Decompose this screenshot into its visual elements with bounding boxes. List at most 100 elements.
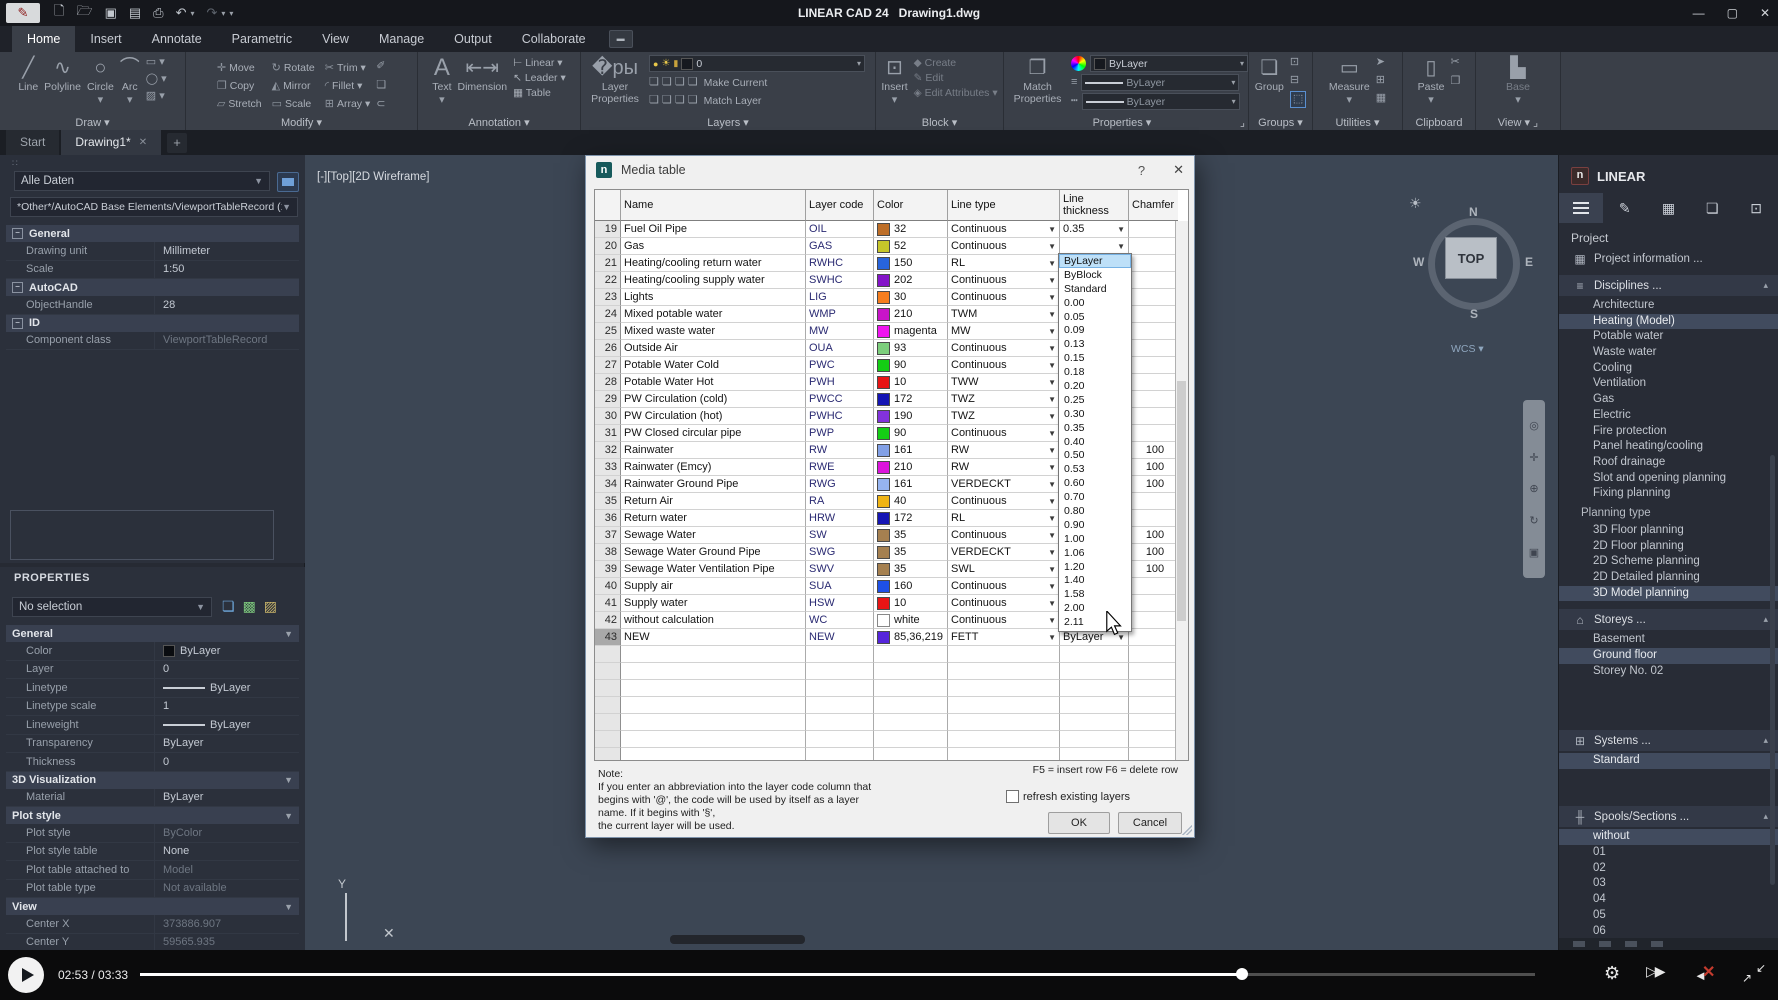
properties-panel-label[interactable]: Properties ▾ ⌟ (1004, 116, 1248, 129)
cell-color[interactable]: white (874, 612, 948, 629)
cell-color[interactable]: 172 (874, 391, 948, 408)
selection-select[interactable]: No selection▼ (12, 597, 212, 617)
cell-line-type[interactable]: Continuous▼ (948, 578, 1060, 595)
showmotion-icon[interactable]: ▣ (1529, 546, 1539, 559)
section-header[interactable]: 3D Visualization▼ (6, 772, 299, 789)
discipline-item[interactable]: Architecture (1559, 298, 1778, 314)
property-value[interactable]: Model (154, 861, 299, 879)
redo-icon[interactable]: ↷ (207, 5, 218, 21)
monitor-icon[interactable] (277, 172, 299, 192)
cell-layer-code[interactable]: PWH (806, 374, 874, 391)
media-table-empty-row[interactable] (595, 731, 1188, 748)
planning-type-item[interactable]: 2D Scheme planning (1559, 554, 1778, 570)
cell-chamfer[interactable] (1129, 612, 1178, 629)
palette-grip[interactable]: ∷ (12, 158, 19, 169)
property-value[interactable]: Not available (154, 880, 299, 898)
thickness-option[interactable]: 0.80 (1059, 504, 1131, 518)
cell-color[interactable]: 52 (874, 238, 948, 255)
cell-chamfer[interactable] (1129, 629, 1178, 646)
cell-layer-code[interactable]: RWE (806, 459, 874, 476)
property-value[interactable]: 1:50 (154, 261, 299, 279)
cell-name[interactable]: Outside Air (621, 340, 806, 357)
cell-color[interactable]: 35 (874, 544, 948, 561)
cell-line-type[interactable]: Continuous▼ (948, 272, 1060, 289)
dropdown-arrow-icon[interactable]: ▼ (1045, 480, 1059, 489)
tab-view[interactable]: View (307, 26, 364, 52)
section-header[interactable]: General▼ (6, 625, 299, 642)
property-row[interactable]: Layer0 (6, 661, 299, 680)
chevron-down-icon[interactable]: ▼ (284, 902, 293, 912)
viewcube-top-face[interactable]: TOP (1445, 237, 1497, 279)
cell-name[interactable]: Potable Water Hot (621, 374, 806, 391)
dropdown-arrow-icon[interactable]: ▼ (1045, 395, 1059, 404)
tab-collaborate[interactable]: Collaborate (507, 26, 601, 52)
maximize-button[interactable]: ▢ (1727, 6, 1738, 20)
open-folder-icon[interactable]: 🗁 (76, 2, 92, 24)
leader-button[interactable]: ↖ Leader ▾ (513, 72, 566, 84)
planning-type-item[interactable]: 2D Floor planning (1559, 539, 1778, 555)
collapse-minus-icon[interactable]: − (12, 318, 23, 329)
cell-color[interactable]: 10 (874, 374, 948, 391)
table-scrollbar[interactable] (1175, 221, 1188, 760)
property-row[interactable]: ObjectHandle28 (6, 296, 299, 315)
dropdown-arrow-icon[interactable]: ▼ (1045, 514, 1059, 523)
cell-layer-code[interactable]: MW (806, 323, 874, 340)
cell-color[interactable]: 85,36,219 (874, 629, 948, 646)
data-filter-select[interactable]: Alle Daten▼ (14, 171, 270, 191)
trim-button[interactable]: ✂Trim ▾ (325, 61, 371, 74)
discipline-item[interactable]: Roof drainage (1559, 455, 1778, 471)
cell-layer-code[interactable]: SWV (806, 561, 874, 578)
cell-line-type[interactable]: RL▼ (948, 255, 1060, 272)
planning-type-item[interactable]: 2D Detailed planning (1559, 570, 1778, 586)
systems-header[interactable]: ⊞ Systems ... ▴ (1559, 730, 1778, 751)
cell-chamfer[interactable] (1129, 272, 1178, 289)
row-number[interactable]: 31 (595, 425, 621, 442)
cell-chamfer[interactable] (1129, 408, 1178, 425)
dropdown-arrow-icon[interactable]: ▼ (1045, 531, 1059, 540)
media-table-empty-row[interactable] (595, 663, 1188, 680)
cell-line-type[interactable]: VERDECKT▼ (948, 476, 1060, 493)
dialog-close-icon[interactable]: ✕ (1173, 162, 1184, 178)
cell-color[interactable]: 190 (874, 408, 948, 425)
property-value[interactable]: 0 (154, 753, 299, 771)
compass-south[interactable]: S (1470, 307, 1478, 321)
array-button[interactable]: ⊞Array ▾ (325, 97, 371, 110)
property-value[interactable]: 59565.935 (154, 934, 299, 952)
spool-item[interactable]: 03 (1559, 876, 1778, 892)
thickness-option[interactable]: 0.00 (1059, 296, 1131, 310)
cell-color[interactable]: magenta (874, 323, 948, 340)
file-tab-start[interactable]: Start (6, 130, 59, 155)
cell-color[interactable]: 10 (874, 595, 948, 612)
spool-item[interactable]: 06 (1559, 924, 1778, 940)
cell-line-type[interactable]: Continuous▼ (948, 357, 1060, 374)
circle-button[interactable]: ○Circle▾ (87, 55, 114, 108)
cell-name[interactable]: Lights (621, 289, 806, 306)
row-number[interactable]: 43 (595, 629, 621, 646)
property-row[interactable]: LineweightByLayer (6, 716, 299, 735)
thickness-option[interactable]: 0.70 (1059, 490, 1131, 504)
match-properties-button[interactable]: ❐Match Properties (1010, 55, 1065, 105)
save-icon[interactable]: ▣ (105, 5, 117, 21)
group-select-icon[interactable]: ⬚ (1290, 91, 1306, 108)
orbit-icon[interactable]: ↻ (1529, 514, 1538, 527)
property-value[interactable]: ByLayer (154, 642, 299, 660)
thickness-option[interactable]: 1.58 (1059, 587, 1131, 601)
discipline-item[interactable]: Panel heating/cooling (1559, 439, 1778, 455)
media-table-empty-row[interactable] (595, 697, 1188, 714)
thickness-option[interactable]: 0.53 (1059, 462, 1131, 476)
quick-calc-icon[interactable]: ⊞ (1376, 73, 1386, 88)
cell-color[interactable]: 160 (874, 578, 948, 595)
discipline-item[interactable]: Heating (Model) (1559, 314, 1778, 330)
planning-type-item[interactable]: 3D Floor planning (1559, 523, 1778, 539)
cell-line-type[interactable]: VERDECKT▼ (948, 544, 1060, 561)
fillet-button[interactable]: ◜Fillet ▾ (325, 79, 371, 92)
cell-layer-code[interactable]: SWG (806, 544, 874, 561)
modify-panel-label[interactable]: Modify ▾ (186, 116, 417, 129)
playback-speed-icon[interactable]: ▷▶ (1646, 963, 1664, 980)
row-number[interactable]: 26 (595, 340, 621, 357)
file-tab-drawing1[interactable]: Drawing1*✕ (61, 130, 161, 155)
mirror-button[interactable]: ◭Mirror (272, 79, 315, 92)
cell-layer-code[interactable]: SWHC (806, 272, 874, 289)
dropdown-arrow-icon[interactable]: ▼ (1045, 276, 1059, 285)
property-value[interactable]: ByLayer (154, 679, 299, 697)
